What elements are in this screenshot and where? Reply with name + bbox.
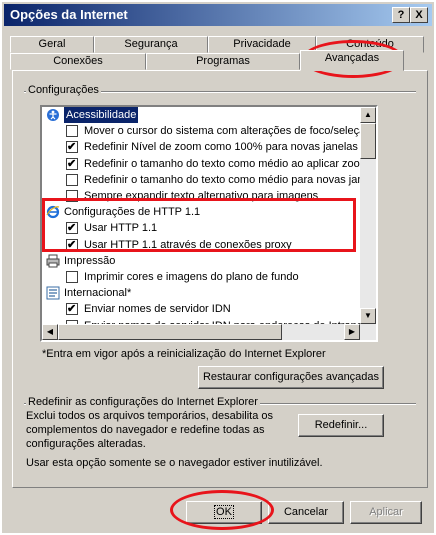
- restart-note: *Entra em vigor após a reinicialização d…: [42, 348, 326, 360]
- vertical-scrollbar[interactable]: ▲ ▼: [360, 107, 376, 340]
- settings-group-label: Configurações: [26, 84, 101, 96]
- settings-option[interactable]: Imprimir cores e imagens do plano de fun…: [42, 269, 362, 285]
- settings-category: Acessibilidade: [42, 107, 362, 123]
- option-label: Enviar nomes de servidor IDN: [84, 303, 231, 316]
- internet-options-dialog: Opções da Internet ? X Geral Segurança P…: [0, 0, 436, 535]
- settings-option[interactable]: Redefinir o tamanho do texto como médio …: [42, 172, 376, 188]
- international-icon: [46, 286, 60, 300]
- option-label: Redefinir Nível de zoom como 100% para n…: [84, 141, 368, 154]
- reset-description-line-3: configurações alteradas.: [26, 438, 146, 450]
- scroll-down-button[interactable]: ▼: [360, 308, 376, 324]
- tab-avancadas[interactable]: Avançadas: [300, 50, 404, 71]
- apply-button[interactable]: Aplicar: [350, 501, 422, 524]
- reset-button[interactable]: Redefinir...: [298, 414, 384, 437]
- cancel-button[interactable]: Cancelar: [268, 501, 344, 524]
- settings-option[interactable]: Redefinir Nível de zoom como 100% para n…: [42, 139, 367, 155]
- option-checkbox[interactable]: [66, 173, 78, 186]
- annotation-oval-ok-button: [170, 490, 274, 530]
- horizontal-scrollbar[interactable]: ◀ ▶: [42, 324, 360, 340]
- option-checkbox[interactable]: [66, 125, 78, 138]
- reset-group-label: Redefinir as configurações do Internet E…: [26, 396, 260, 408]
- option-checkbox[interactable]: [66, 271, 78, 283]
- scroll-right-button[interactable]: ▶: [344, 324, 360, 340]
- option-label: Mover o cursor do sistema com alterações…: [84, 125, 372, 138]
- tab-programas[interactable]: Programas: [146, 53, 300, 70]
- close-button[interactable]: X: [410, 7, 428, 23]
- window-title: Opções da Internet: [10, 7, 128, 22]
- option-label: Redefinir o tamanho do texto como médio …: [84, 157, 369, 170]
- option-checkbox[interactable]: [66, 139, 78, 155]
- help-button[interactable]: ?: [392, 7, 410, 23]
- category-label: Impressão: [64, 254, 116, 267]
- printer-icon: [46, 254, 60, 268]
- reset-description-line-1: Exclui todos os arquivos temporários, de…: [26, 410, 274, 422]
- settings-option[interactable]: Enviar nomes de servidor IDN: [42, 301, 362, 317]
- option-checkbox[interactable]: [66, 301, 78, 317]
- restore-advanced-button[interactable]: Restaurar configurações avançadas: [198, 366, 384, 389]
- hscroll-thumb[interactable]: [58, 324, 282, 340]
- annotation-box-http-settings: [42, 198, 356, 252]
- scroll-up-button[interactable]: ▲: [360, 107, 376, 123]
- category-label: Internacional*: [64, 287, 132, 300]
- reset-description-line-2: complementos do navegador e redefine tod…: [26, 424, 265, 436]
- accessibility-icon: [46, 108, 60, 122]
- category-label: Acessibilidade: [64, 107, 139, 123]
- settings-category: Impressão: [42, 253, 362, 269]
- scroll-left-button[interactable]: ◀: [42, 324, 58, 340]
- settings-option[interactable]: Mover o cursor do sistema com alterações…: [42, 123, 371, 139]
- reset-warning: Usar esta opção somente se o navegador e…: [26, 457, 323, 469]
- option-checkbox[interactable]: [66, 156, 78, 172]
- scroll-thumb[interactable]: [360, 123, 376, 159]
- settings-option[interactable]: Redefinir o tamanho do texto como médio …: [42, 156, 369, 172]
- title-bar[interactable]: Opções da Internet ? X: [4, 4, 432, 26]
- tab-geral[interactable]: Geral: [10, 36, 94, 53]
- option-label: Imprimir cores e imagens do plano de fun…: [84, 271, 299, 283]
- tab-conexoes[interactable]: Conexões: [10, 53, 146, 70]
- settings-category: Internacional*: [42, 285, 362, 301]
- tab-seguranca[interactable]: Segurança: [94, 36, 208, 53]
- option-label: Redefinir o tamanho do texto como médio …: [84, 173, 378, 186]
